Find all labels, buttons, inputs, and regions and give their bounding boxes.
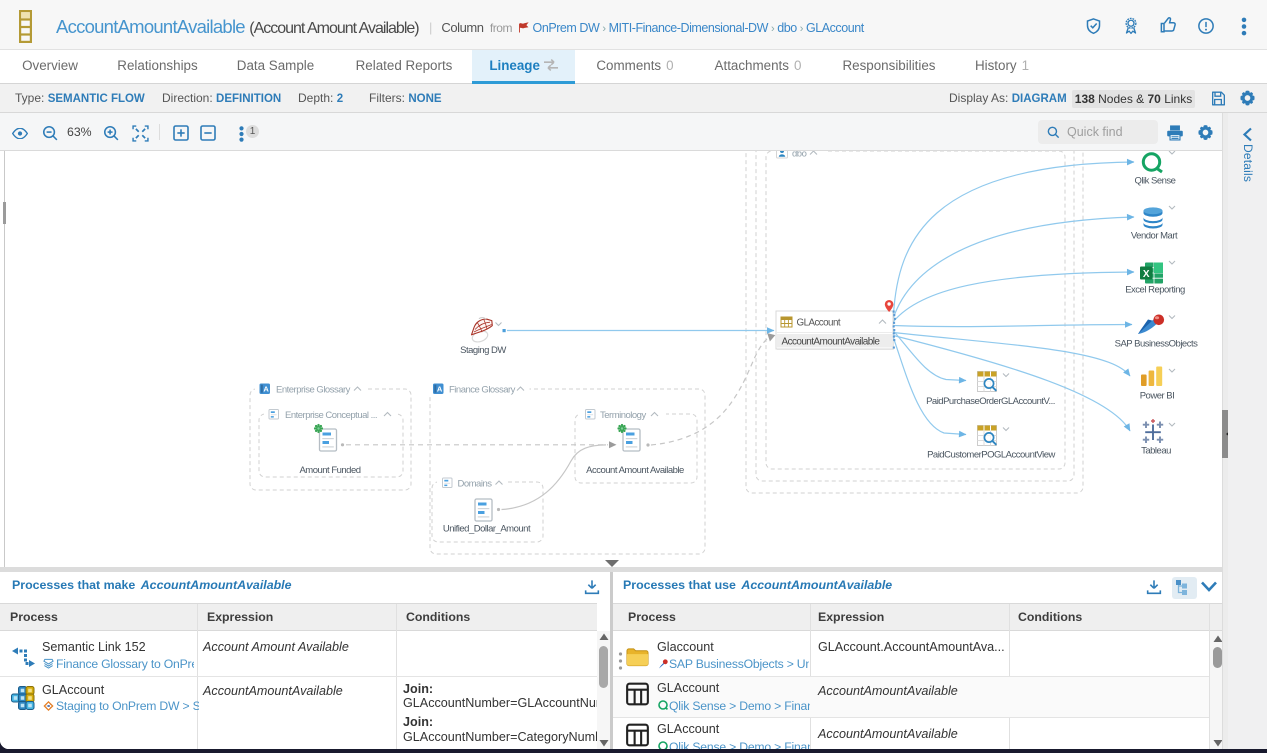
svg-text:Finance Glossary: Finance Glossary: [449, 385, 516, 396]
svg-text:SAP BusinessObjects: SAP BusinessObjects: [1115, 339, 1198, 350]
svg-text:Domains: Domains: [458, 479, 493, 490]
svg-text:PaidCustomerPOGLAccountView: PaidCustomerPOGLAccountView: [927, 450, 1055, 461]
svg-text:GLAccount: GLAccount: [797, 318, 841, 329]
svg-text:Unified_Dollar_Amount: Unified_Dollar_Amount: [443, 524, 531, 535]
svg-text:Power BI: Power BI: [1140, 391, 1175, 402]
svg-text:Tableau: Tableau: [1141, 446, 1171, 457]
svg-text:Qlik Sense: Qlik Sense: [1135, 176, 1176, 187]
svg-text:Staging DW: Staging DW: [460, 345, 506, 356]
svg-text:Account Amount Available: Account Amount Available: [586, 465, 684, 476]
svg-text:Enterprise Glossary: Enterprise Glossary: [276, 385, 351, 396]
svg-text:Amount Funded: Amount Funded: [299, 465, 360, 476]
svg-text:Enterprise Conceptual ...: Enterprise Conceptual ...: [285, 410, 377, 421]
svg-text:PaidPurchaseOrderGLAccountV...: PaidPurchaseOrderGLAccountV...: [926, 396, 1055, 407]
svg-text:X: X: [1143, 269, 1150, 280]
svg-text:Excel Reporting: Excel Reporting: [1125, 285, 1185, 296]
svg-text:Terminology: Terminology: [600, 410, 646, 421]
svg-text:AccountAmountAvailable: AccountAmountAvailable: [782, 336, 881, 347]
svg-text:Vendor Mart: Vendor Mart: [1131, 231, 1178, 242]
